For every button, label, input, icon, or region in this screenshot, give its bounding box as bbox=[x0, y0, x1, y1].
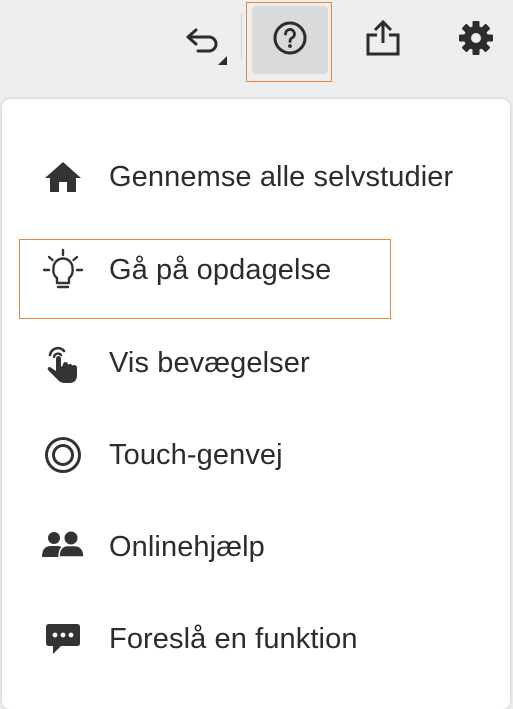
help-button[interactable] bbox=[252, 6, 328, 74]
menu-item-label: Gå på opdagelse bbox=[109, 253, 332, 286]
menu-item-browse-tutorials[interactable]: Gennemse alle selvstudier bbox=[2, 137, 510, 217]
help-menu-panel: Gennemse alle selvstudier Gå på opdagels… bbox=[2, 99, 510, 709]
menu-item-explore[interactable]: Gå på opdagelse bbox=[2, 230, 510, 310]
top-toolbar bbox=[0, 0, 513, 84]
touch-gesture-icon bbox=[40, 340, 86, 386]
menu-item-show-gestures[interactable]: Vis bevægelser bbox=[2, 323, 510, 403]
gear-icon bbox=[457, 19, 495, 62]
menu-item-label: Foreslå en funktion bbox=[109, 622, 358, 655]
menu-item-touch-shortcut[interactable]: Touch-genvej bbox=[2, 415, 510, 495]
menu-item-online-help[interactable]: Onlinehjælp bbox=[2, 507, 510, 587]
touch-shortcut-icon bbox=[40, 432, 86, 478]
share-icon bbox=[364, 18, 402, 63]
chat-bubble-icon bbox=[40, 616, 86, 662]
menu-item-label: Vis bevægelser bbox=[109, 346, 310, 379]
menu-item-suggest-feature[interactable]: Foreslå en funktion bbox=[2, 599, 510, 679]
menu-item-label: Touch-genvej bbox=[109, 438, 283, 471]
home-icon bbox=[40, 154, 86, 200]
undo-button[interactable] bbox=[176, 18, 232, 68]
help-circle-icon bbox=[272, 20, 308, 61]
share-button[interactable] bbox=[358, 14, 408, 66]
menu-item-label: Gennemse alle selvstudier bbox=[109, 160, 454, 193]
menu-item-label: Onlinehjælp bbox=[109, 530, 265, 563]
community-icon bbox=[40, 524, 86, 570]
lightbulb-icon bbox=[40, 247, 86, 293]
undo-options-indicator bbox=[218, 56, 227, 65]
settings-button[interactable] bbox=[451, 14, 501, 66]
toolbar-divider bbox=[241, 14, 242, 60]
